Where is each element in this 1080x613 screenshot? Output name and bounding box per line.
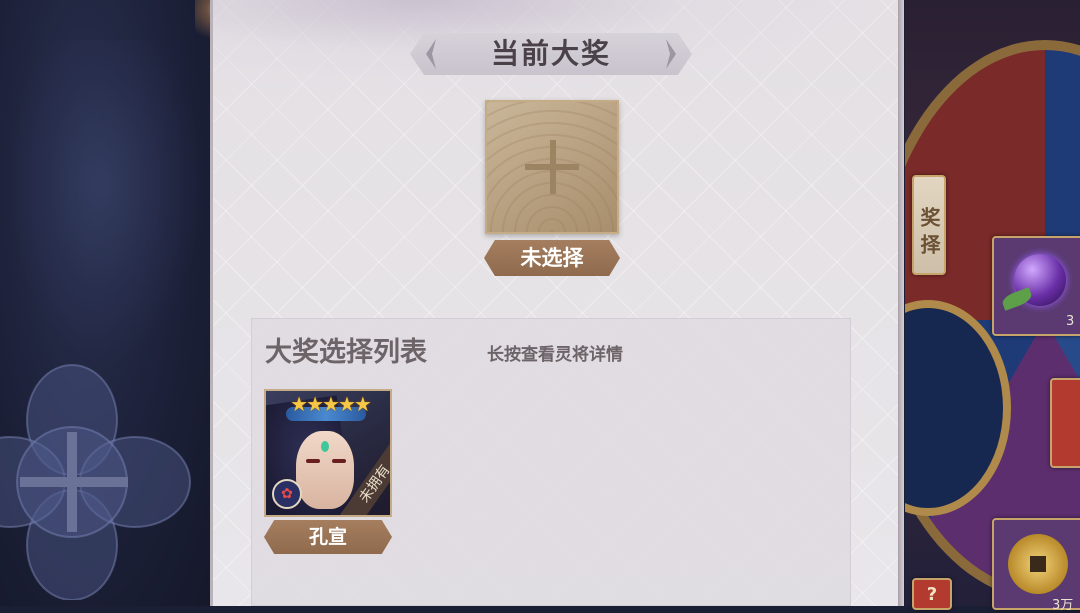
character-silhouette (10, 40, 200, 360)
left-background (0, 0, 215, 606)
wheel-prize-orb-tile[interactable]: 3 (992, 236, 1080, 336)
mystery-prize-tile[interactable]: ? (912, 578, 952, 610)
coin-icon (1008, 534, 1068, 594)
add-slot-flower-icon[interactable] (0, 360, 200, 600)
hero-eye (332, 459, 346, 463)
wheel-prize-tile-partial[interactable] (1050, 378, 1080, 468)
current-prize-slot[interactable] (485, 100, 619, 234)
panel-title: 当前大奖 (490, 37, 611, 70)
hero-name-tag: 孔宣 (264, 520, 392, 554)
wheel-prize-coin-tile[interactable]: 3万 (992, 518, 1080, 613)
coin-count: 3万 (1052, 598, 1074, 613)
lotus-faction-icon: ✿ (272, 479, 302, 509)
hero-eye (306, 459, 320, 463)
wheel-prize-tile-label[interactable]: 奖 择 (912, 175, 946, 275)
forehead-gem-icon (321, 441, 329, 452)
plus-icon-bar (525, 164, 579, 170)
prize-list-title: 大奖选择列表 (265, 337, 427, 368)
orb-count: 3 (1066, 314, 1075, 329)
star-rating: ★★★★★ (290, 392, 372, 416)
prize-list-hint: 长按查看灵将详情 (487, 345, 623, 365)
leaf-icon (1000, 287, 1034, 311)
current-prize-status: 未选择 (484, 240, 620, 276)
panel-edge (898, 0, 904, 606)
hero-card-kongxuan[interactable]: ★★★★★ ✿ 未拥有 (264, 389, 392, 517)
